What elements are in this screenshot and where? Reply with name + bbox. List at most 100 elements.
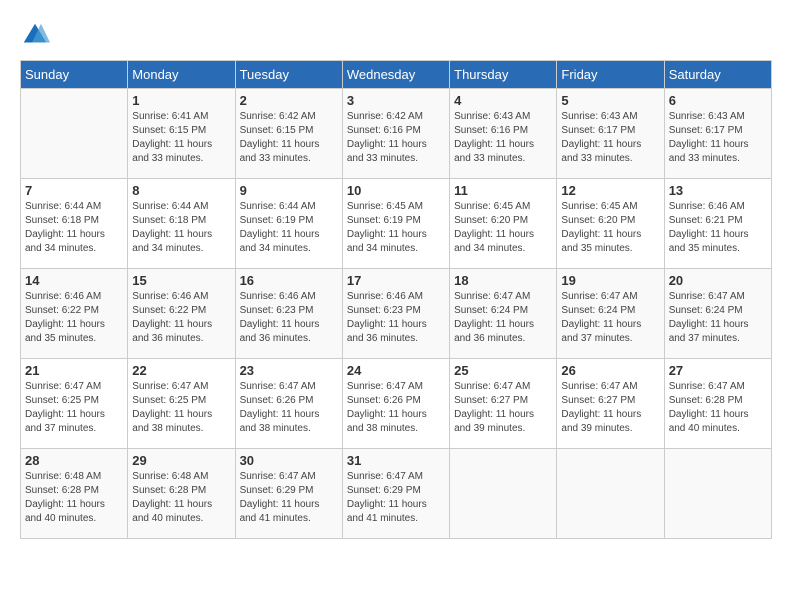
day-info: Sunrise: 6:47 AMSunset: 6:29 PMDaylight:… <box>347 470 445 526</box>
day-cell: 12 Sunrise: 6:45 AMSunset: 6:20 PMDayligh… <box>557 179 664 269</box>
day-number: 16 <box>240 273 338 288</box>
day-number: 2 <box>240 93 338 108</box>
day-number: 8 <box>132 183 230 198</box>
day-number: 12 <box>561 183 659 198</box>
day-info: Sunrise: 6:47 AMSunset: 6:27 PMDaylight:… <box>454 380 552 436</box>
day-number: 21 <box>25 363 123 378</box>
day-cell: 4 Sunrise: 6:43 AMSunset: 6:16 PMDaylight… <box>450 89 557 179</box>
day-info: Sunrise: 6:41 AMSunset: 6:15 PMDaylight:… <box>132 110 230 166</box>
day-number: 24 <box>347 363 445 378</box>
day-info: Sunrise: 6:45 AMSunset: 6:20 PMDaylight:… <box>454 200 552 256</box>
day-cell <box>557 449 664 539</box>
day-info: Sunrise: 6:47 AMSunset: 6:28 PMDaylight:… <box>669 380 767 436</box>
day-number: 7 <box>25 183 123 198</box>
day-info: Sunrise: 6:48 AMSunset: 6:28 PMDaylight:… <box>25 470 123 526</box>
day-info: Sunrise: 6:43 AMSunset: 6:17 PMDaylight:… <box>669 110 767 166</box>
day-number: 15 <box>132 273 230 288</box>
day-number: 11 <box>454 183 552 198</box>
day-header-saturday: Saturday <box>664 61 771 89</box>
day-number: 17 <box>347 273 445 288</box>
day-number: 6 <box>669 93 767 108</box>
day-info: Sunrise: 6:43 AMSunset: 6:17 PMDaylight:… <box>561 110 659 166</box>
day-info: Sunrise: 6:45 AMSunset: 6:20 PMDaylight:… <box>561 200 659 256</box>
week-row-1: 1 Sunrise: 6:41 AMSunset: 6:15 PMDaylight… <box>21 89 772 179</box>
day-number: 1 <box>132 93 230 108</box>
day-cell: 27 Sunrise: 6:47 AMSunset: 6:28 PMDayligh… <box>664 359 771 449</box>
day-header-friday: Friday <box>557 61 664 89</box>
day-cell: 8Sunrise: 6:44 AMSunset: 6:18 PMDaylight… <box>128 179 235 269</box>
day-cell: 2 Sunrise: 6:42 AMSunset: 6:15 PMDaylight… <box>235 89 342 179</box>
day-cell: 31 Sunrise: 6:47 AMSunset: 6:29 PMDayligh… <box>342 449 449 539</box>
day-number: 3 <box>347 93 445 108</box>
day-header-monday: Monday <box>128 61 235 89</box>
day-info: Sunrise: 6:43 AMSunset: 6:16 PMDaylight:… <box>454 110 552 166</box>
day-cell: 19 Sunrise: 6:47 AMSunset: 6:24 PMDayligh… <box>557 269 664 359</box>
day-cell: 13 Sunrise: 6:46 AMSunset: 6:21 PMDayligh… <box>664 179 771 269</box>
day-cell: 28 Sunrise: 6:48 AMSunset: 6:28 PMDayligh… <box>21 449 128 539</box>
day-number: 10 <box>347 183 445 198</box>
day-cell: 5 Sunrise: 6:43 AMSunset: 6:17 PMDaylight… <box>557 89 664 179</box>
day-number: 5 <box>561 93 659 108</box>
day-number: 13 <box>669 183 767 198</box>
week-row-2: 7Sunrise: 6:44 AMSunset: 6:18 PMDaylight… <box>21 179 772 269</box>
day-cell: 15 Sunrise: 6:46 AMSunset: 6:22 PMDayligh… <box>128 269 235 359</box>
day-header-sunday: Sunday <box>21 61 128 89</box>
day-number: 29 <box>132 453 230 468</box>
day-info: Sunrise: 6:45 AMSunset: 6:19 PMDaylight:… <box>347 200 445 256</box>
day-cell: 30Sunrise: 6:47 AMSunset: 6:29 PMDayligh… <box>235 449 342 539</box>
week-row-3: 14 Sunrise: 6:46 AMSunset: 6:22 PMDayligh… <box>21 269 772 359</box>
day-info: Sunrise: 6:46 AMSunset: 6:21 PMDaylight:… <box>669 200 767 256</box>
day-number: 28 <box>25 453 123 468</box>
day-number: 19 <box>561 273 659 288</box>
day-number: 22 <box>132 363 230 378</box>
day-cell: 20 Sunrise: 6:47 AMSunset: 6:24 PMDayligh… <box>664 269 771 359</box>
day-number: 26 <box>561 363 659 378</box>
header-row: SundayMondayTuesdayWednesdayThursdayFrid… <box>21 61 772 89</box>
day-info: Sunrise: 6:44 AMSunset: 6:19 PMDaylight:… <box>240 200 338 256</box>
day-info: Sunrise: 6:47 AMSunset: 6:24 PMDaylight:… <box>669 290 767 346</box>
day-header-wednesday: Wednesday <box>342 61 449 89</box>
day-info: Sunrise: 6:47 AMSunset: 6:24 PMDaylight:… <box>561 290 659 346</box>
week-row-4: 21 Sunrise: 6:47 AMSunset: 6:25 PMDayligh… <box>21 359 772 449</box>
day-info: Sunrise: 6:47 AMSunset: 6:25 PMDaylight:… <box>25 380 123 436</box>
day-number: 18 <box>454 273 552 288</box>
day-cell: 11 Sunrise: 6:45 AMSunset: 6:20 PMDayligh… <box>450 179 557 269</box>
day-cell: 21 Sunrise: 6:47 AMSunset: 6:25 PMDayligh… <box>21 359 128 449</box>
day-number: 30 <box>240 453 338 468</box>
day-info: Sunrise: 6:46 AMSunset: 6:22 PMDaylight:… <box>132 290 230 346</box>
day-cell: 23Sunrise: 6:47 AMSunset: 6:26 PMDayligh… <box>235 359 342 449</box>
day-cell: 16 Sunrise: 6:46 AMSunset: 6:23 PMDayligh… <box>235 269 342 359</box>
day-info: Sunrise: 6:47 AMSunset: 6:25 PMDaylight:… <box>132 380 230 436</box>
day-info: Sunrise: 6:42 AMSunset: 6:16 PMDaylight:… <box>347 110 445 166</box>
day-number: 9 <box>240 183 338 198</box>
day-cell: 29 Sunrise: 6:48 AMSunset: 6:28 PMDayligh… <box>128 449 235 539</box>
day-number: 31 <box>347 453 445 468</box>
day-cell <box>21 89 128 179</box>
day-cell: 26 Sunrise: 6:47 AMSunset: 6:27 PMDayligh… <box>557 359 664 449</box>
calendar-table: SundayMondayTuesdayWednesdayThursdayFrid… <box>20 60 772 539</box>
page-header <box>20 20 772 50</box>
week-row-5: 28 Sunrise: 6:48 AMSunset: 6:28 PMDayligh… <box>21 449 772 539</box>
day-info: Sunrise: 6:47 AMSunset: 6:24 PMDaylight:… <box>454 290 552 346</box>
day-number: 20 <box>669 273 767 288</box>
day-cell: 6 Sunrise: 6:43 AMSunset: 6:17 PMDaylight… <box>664 89 771 179</box>
day-number: 14 <box>25 273 123 288</box>
day-number: 25 <box>454 363 552 378</box>
day-info: Sunrise: 6:47 AMSunset: 6:27 PMDaylight:… <box>561 380 659 436</box>
day-number: 27 <box>669 363 767 378</box>
day-cell <box>450 449 557 539</box>
day-cell: 24Sunrise: 6:47 AMSunset: 6:26 PMDayligh… <box>342 359 449 449</box>
day-number: 4 <box>454 93 552 108</box>
day-number: 23 <box>240 363 338 378</box>
day-cell: 3 Sunrise: 6:42 AMSunset: 6:16 PMDaylight… <box>342 89 449 179</box>
day-info: Sunrise: 6:42 AMSunset: 6:15 PMDaylight:… <box>240 110 338 166</box>
day-cell: 9 Sunrise: 6:44 AMSunset: 6:19 PMDaylight… <box>235 179 342 269</box>
day-cell: 10 Sunrise: 6:45 AMSunset: 6:19 PMDayligh… <box>342 179 449 269</box>
day-header-thursday: Thursday <box>450 61 557 89</box>
day-cell <box>664 449 771 539</box>
day-info: Sunrise: 6:46 AMSunset: 6:23 PMDaylight:… <box>240 290 338 346</box>
day-info: Sunrise: 6:48 AMSunset: 6:28 PMDaylight:… <box>132 470 230 526</box>
day-cell: 14Sunrise: 6:46 AMSunset: 6:22 PMDayligh… <box>21 269 128 359</box>
day-cell: 22 Sunrise: 6:47 AMSunset: 6:25 PMDayligh… <box>128 359 235 449</box>
logo <box>20 20 54 50</box>
